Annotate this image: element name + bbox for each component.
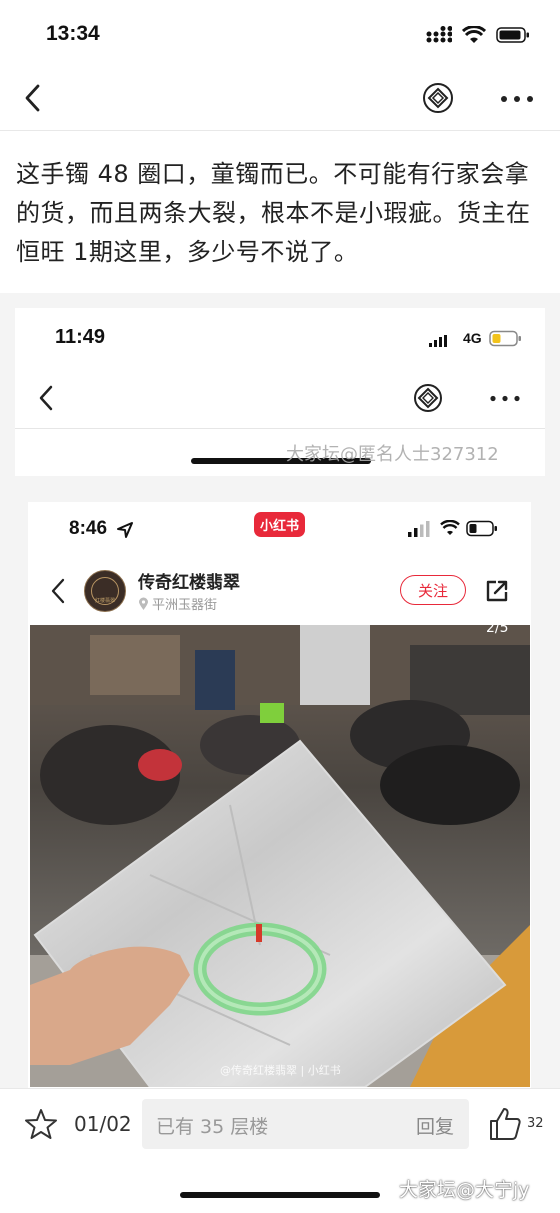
watermark-user: 大家坛@大宁jy <box>399 1179 530 1201</box>
shop-avatar: 红楼翡翠 <box>84 570 126 612</box>
photo-scene <box>30 625 530 1087</box>
wifi-icon <box>462 26 486 43</box>
embedded2-wifi-icon <box>440 520 460 535</box>
like-count: 32 <box>527 1116 544 1131</box>
reply-button[interactable]: 回复 <box>416 1112 454 1139</box>
post-text: 这手镯 48 圈口，童镯而已。不可能有行家会拿的货，而且两条大裂，根本不是小瑕疵… <box>16 160 531 266</box>
share-diamond-icon[interactable] <box>422 82 454 114</box>
status-time: 13:34 <box>46 22 100 45</box>
status-icons <box>426 26 530 44</box>
image-counter: 2/5 <box>486 620 509 636</box>
image-watermark: @传奇红楼翡翠 | 小红书 <box>220 1064 341 1077</box>
embedded2-signal-icon <box>408 521 430 537</box>
back-icon[interactable] <box>22 84 44 112</box>
page-indicator[interactable]: 01/02 <box>74 1112 132 1136</box>
xiaohongshu-badge: 小红书 <box>254 512 306 537</box>
watermark-anonymous: 大家坛@匿名人士327312 <box>286 444 499 465</box>
bangle-photo <box>30 625 530 1087</box>
reply-placeholder: 已有 35 层楼 <box>156 1116 269 1138</box>
embedded-diamond-icon <box>414 384 442 412</box>
thumbs-up-icon[interactable] <box>488 1106 522 1142</box>
shop-location: 平洲玉器街 <box>152 598 218 613</box>
embedded-battery-icon <box>489 330 521 347</box>
home-indicator[interactable] <box>180 1192 380 1198</box>
location-pin-icon <box>139 597 148 610</box>
top-nav <box>0 66 560 131</box>
embedded2-back-icon <box>51 578 65 604</box>
follow-button: 关注 <box>400 575 466 605</box>
signal-icon <box>426 26 452 43</box>
share-icon <box>486 580 508 602</box>
embedded2-time: 8:46 <box>69 518 108 539</box>
star-icon[interactable] <box>24 1107 58 1141</box>
location-arrow-icon <box>117 522 133 538</box>
embedded-more-icon <box>490 395 520 402</box>
embedded-network-label: 4G <box>463 330 482 346</box>
avatar-text: 红楼翡翠 <box>94 598 115 604</box>
embedded-back-icon <box>39 385 53 411</box>
embedded2-battery-icon <box>466 520 497 537</box>
embedded-time: 11:49 <box>55 326 106 348</box>
more-icon[interactable] <box>500 95 534 103</box>
battery-icon <box>496 27 529 43</box>
shop-name: 传奇红楼翡翠 <box>138 573 240 593</box>
